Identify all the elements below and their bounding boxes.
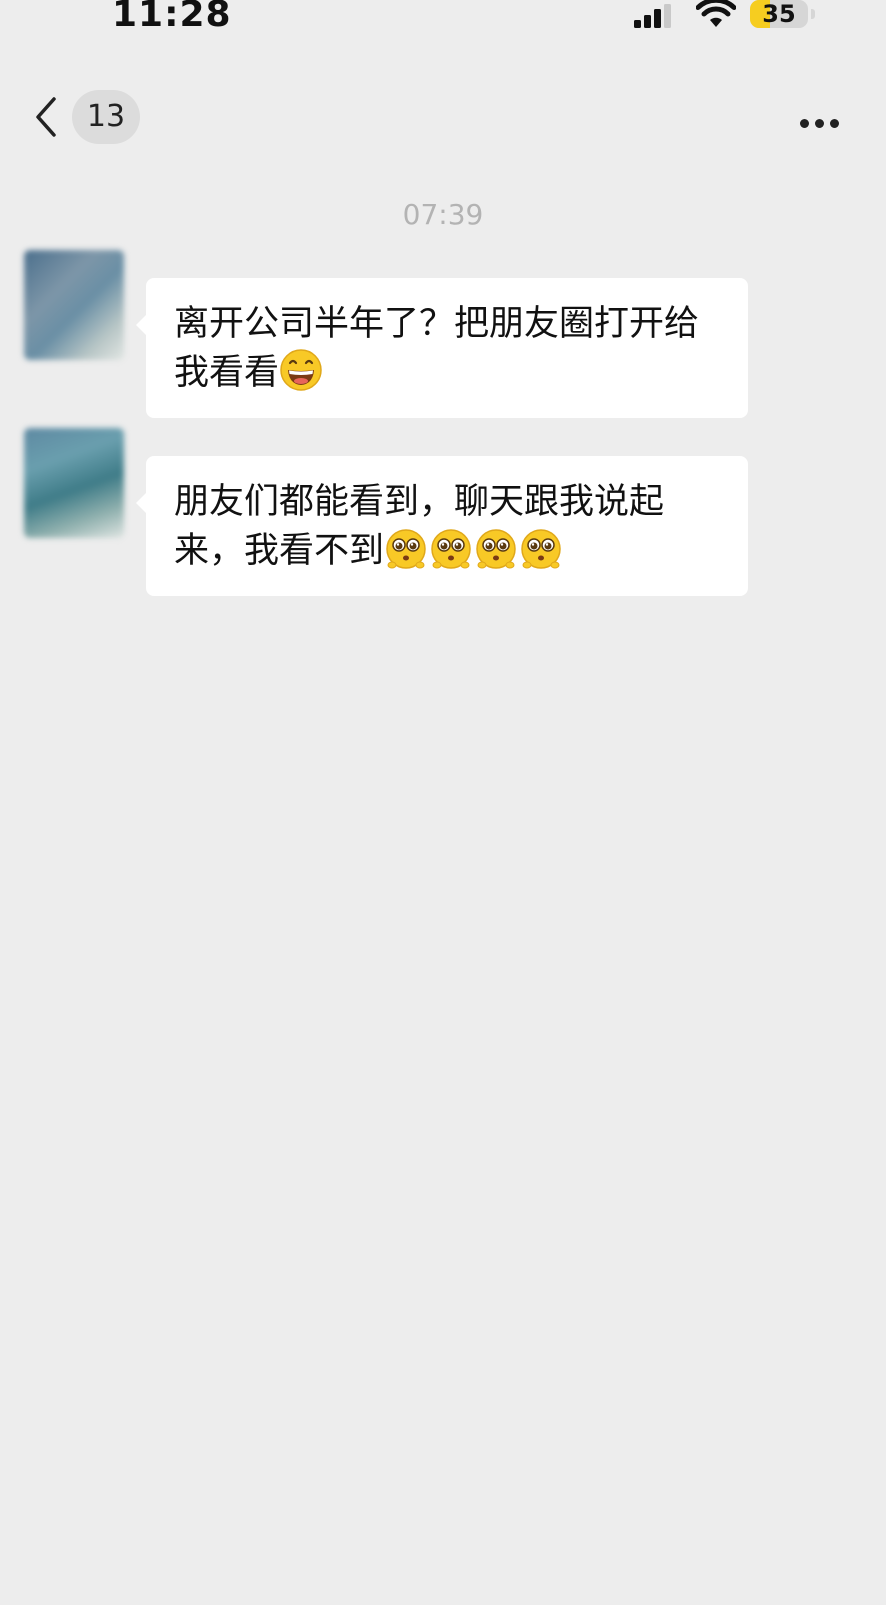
status-time: 11:28 [112,0,232,35]
grinning-face-emoji [280,349,322,391]
status-bar: 11:28 35 [0,0,886,40]
pleading-face-emoji [431,529,471,569]
battery-indicator: 35 [750,0,808,28]
cellular-signal-icon [634,4,671,28]
more-dot [830,119,839,128]
unread-count-badge[interactable]: 13 [72,90,140,144]
message-timestamp: 07:39 [402,198,484,231]
battery-level-text: 35 [762,0,796,28]
message-bubble[interactable]: 离开公司半年了？把朋友圈打开给我看看 [136,278,748,418]
sender-avatar[interactable] [24,250,124,360]
chat-nav-bar: 13 [0,85,886,149]
more-dots-icon[interactable] [800,113,846,128]
more-dot [815,119,824,128]
more-dot [800,119,809,128]
pleading-face-emoji [476,529,516,569]
pleading-face-emoji [521,529,561,569]
message-bubble[interactable]: 朋友们都能看到，聊天跟我说起来，我看不到 [136,456,748,596]
message-text: 离开公司半年了？把朋友圈打开给我看看 [174,304,700,393]
battery-tip [811,9,815,19]
chevron-left-icon[interactable] [32,95,62,139]
pleading-face-emoji [386,529,426,569]
sender-avatar[interactable] [24,428,124,538]
wifi-icon [696,0,736,27]
